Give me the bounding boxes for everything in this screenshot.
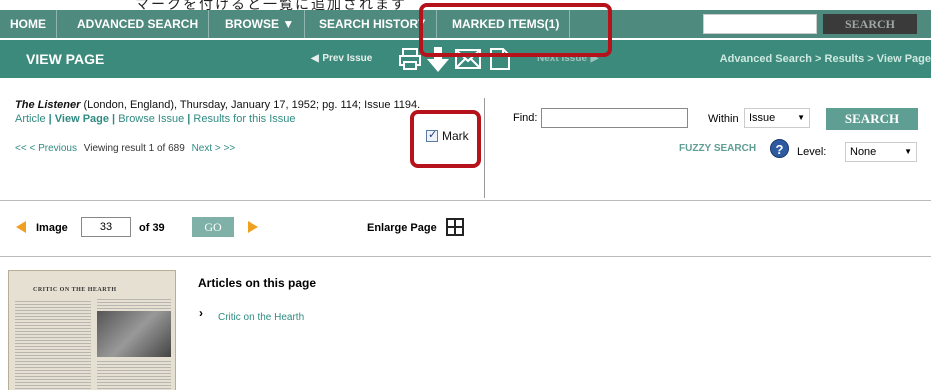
first-result-link[interactable]: << <box>15 143 27 154</box>
nav-search-input[interactable] <box>703 14 817 34</box>
level-select[interactable]: None ▼ <box>845 142 917 162</box>
image-label: Image <box>36 222 68 234</box>
thumbnail-text-column <box>15 301 91 390</box>
view-page-link[interactable]: View Page <box>55 113 109 125</box>
image-navigation-bar: Image 33 of 39 GO Enlarge Page <box>0 213 931 243</box>
search-button[interactable]: SEARCH <box>826 108 918 130</box>
results-for-issue-link[interactable]: Results for this Issue <box>193 113 295 125</box>
enlarge-icon[interactable] <box>446 218 464 236</box>
fuzzy-search-label: FUZZY SEARCH <box>679 143 757 154</box>
nav-home[interactable]: HOME <box>0 10 57 38</box>
view-page-bar: VIEW PAGE ◀ Prev Issue Next Issue ▶ Adva… <box>0 40 931 78</box>
mark-check-icon[interactable] <box>426 128 438 142</box>
thumbnail-text-column <box>97 299 171 309</box>
nav-advanced-search[interactable]: ADVANCED SEARCH <box>67 10 210 38</box>
image-count: of 39 <box>139 222 165 234</box>
chevron-down-icon: ▼ <box>904 147 912 156</box>
image-number-input[interactable]: 33 <box>81 217 131 237</box>
breadcrumb[interactable]: Advanced Search > Results > View Page <box>720 53 931 65</box>
next-image-icon[interactable] <box>248 221 258 233</box>
go-button[interactable]: GO <box>192 217 234 237</box>
article-link[interactable]: Article <box>15 113 46 125</box>
nav-marked-items[interactable]: MARKED ITEMS(1) <box>442 10 571 38</box>
next-issue-icon: ▶ <box>589 53 599 64</box>
article-list-item[interactable]: Critic on the Hearth <box>218 312 304 323</box>
prev-issue-link[interactable]: ◀ Prev Issue <box>311 53 372 64</box>
browse-issue-link[interactable]: Browse Issue <box>118 113 184 125</box>
nav-search-button[interactable]: SEARCH <box>823 14 917 34</box>
top-annotation-text: マークを付けると一覧に追加されます <box>135 0 407 10</box>
enlarge-page-label: Enlarge Page <box>367 222 437 234</box>
download-icon[interactable] <box>426 47 450 73</box>
mark-label: Mark <box>442 129 469 143</box>
within-value: Issue <box>749 112 776 124</box>
email-icon[interactable] <box>454 47 482 71</box>
chevron-down-icon: ▼ <box>797 113 805 122</box>
view-links: Article | View Page | Browse Issue | Res… <box>15 113 296 125</box>
find-input[interactable] <box>541 108 688 128</box>
next-issue-link[interactable]: Next Issue ▶ <box>537 53 598 64</box>
thumbnail-photo <box>97 311 171 357</box>
citation-panel: The Listener (London, England), Thursday… <box>0 95 484 197</box>
articles-heading: Articles on this page <box>198 276 317 290</box>
print-icon[interactable] <box>398 47 422 71</box>
help-icon[interactable]: ? <box>770 139 789 158</box>
prev-issue-icon: ◀ <box>311 53 320 64</box>
mark-checkbox[interactable]: Mark <box>426 128 469 143</box>
page-title: VIEW PAGE <box>26 51 105 67</box>
cite-icon[interactable] <box>489 47 511 71</box>
next-issue-label: Next Issue <box>537 53 588 64</box>
publication-title: The Listener <box>15 99 81 111</box>
level-value: None <box>850 146 877 158</box>
divider <box>0 200 931 201</box>
chevron-right-icon: › <box>199 306 203 320</box>
page-thumbnail[interactable]: CRITIC ON THE HEARTH <box>8 270 176 390</box>
result-paging: << < Previous Viewing result 1 of 689 Ne… <box>15 143 235 154</box>
previous-image-icon[interactable] <box>16 221 26 233</box>
nav-search-history[interactable]: SEARCH HISTORY <box>309 10 437 38</box>
top-annotation-strip: マークを付けると一覧に追加されます <box>0 0 931 10</box>
within-label: Within <box>708 113 739 125</box>
thumbnail-headline: CRITIC ON THE HEARTH <box>33 287 117 293</box>
thumbnail-text-column <box>97 361 171 390</box>
citation-details: (London, England), Thursday, January 17,… <box>80 99 421 111</box>
within-select[interactable]: Issue ▼ <box>744 108 810 128</box>
main-nav: HOME ADVANCED SEARCH BROWSE ▼ SEARCH HIS… <box>0 10 931 38</box>
result-position: Viewing result 1 of 689 <box>83 143 185 154</box>
last-result-link[interactable]: >> <box>224 143 236 154</box>
previous-result-link[interactable]: < Previous <box>29 143 77 154</box>
nav-browse[interactable]: BROWSE ▼ <box>215 10 306 38</box>
panel-divider <box>484 98 485 198</box>
level-label: Level: <box>797 146 827 158</box>
prev-issue-label: Prev Issue <box>322 53 373 64</box>
citation-text: The Listener (London, England), Thursday… <box>15 99 420 111</box>
next-result-link[interactable]: Next > <box>192 143 221 154</box>
find-label: Find: <box>513 112 538 124</box>
divider <box>0 256 931 257</box>
